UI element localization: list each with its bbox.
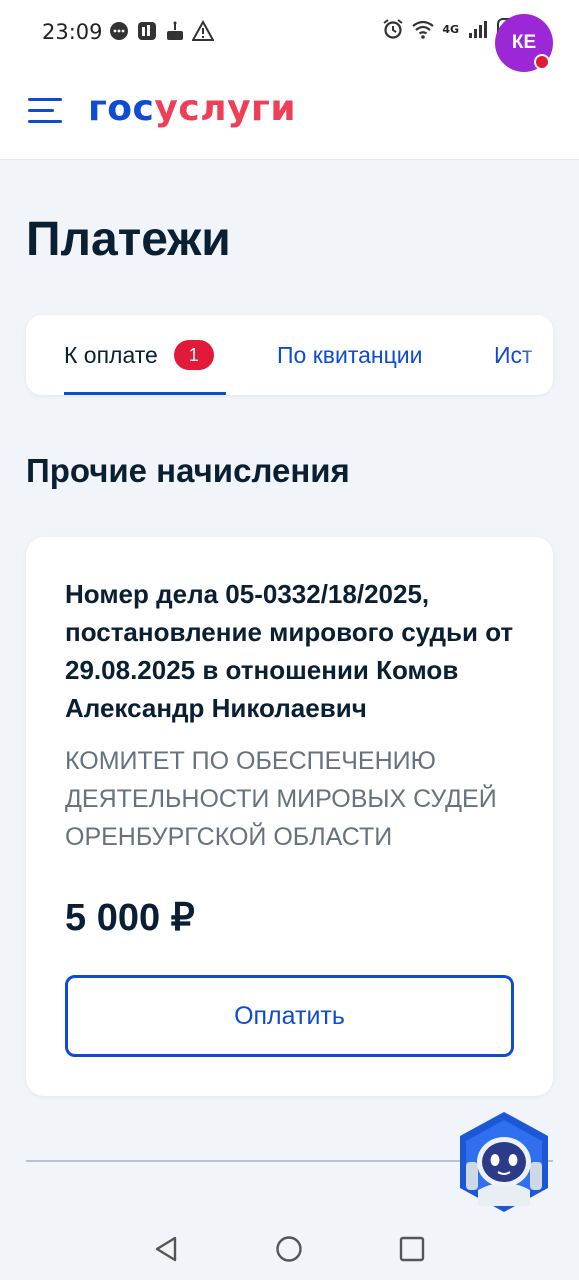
tab-to-pay-label: К оплате <box>64 341 158 368</box>
app-header: госуслуги <box>0 66 579 160</box>
signal-icon <box>469 21 487 38</box>
gosuslugi-logo[interactable]: госуслуги <box>88 88 296 129</box>
section-title: Прочие начисления <box>26 452 350 489</box>
wifi-icon <box>412 20 434 39</box>
cake-icon <box>167 21 183 40</box>
pay-button[interactable]: Оплатить <box>65 975 514 1057</box>
charge-description: Номер дела 05-0332/18/2025, постановлени… <box>65 579 514 723</box>
status-left-icons <box>108 20 214 42</box>
active-tab-indicator <box>64 392 226 395</box>
notification-dot <box>534 54 550 70</box>
page-title: Платежи <box>26 213 231 266</box>
warning-icon <box>192 20 214 41</box>
network-type: 4G <box>442 22 459 36</box>
tab-to-pay[interactable]: К оплате 1 <box>64 315 214 395</box>
back-icon[interactable] <box>151 1234 181 1264</box>
menu-icon[interactable] <box>28 96 62 124</box>
charge-amount: 5 000 ₽ <box>65 897 195 939</box>
logo-part-gos: гос <box>88 88 155 129</box>
tab-by-receipt[interactable]: По квитанции <box>277 315 422 395</box>
charge-card[interactable]: Номер дела 05-0332/18/2025, постановлени… <box>26 537 553 1096</box>
tabs-fade <box>523 315 553 395</box>
status-time: 23:09 <box>42 20 103 44</box>
status-bar: 23:09 4G 21 <box>0 0 579 66</box>
recents-icon[interactable] <box>397 1234 427 1264</box>
charge-organization: КОМИТЕТ ПО ОБЕСПЕЧЕНИЮ ДЕЯТЕЛЬНОСТИ МИРО… <box>65 747 497 851</box>
app-icon <box>138 22 156 40</box>
payment-tabs: К оплате 1 По квитанции Ист <box>26 315 553 395</box>
tab-to-pay-badge: 1 <box>173 340 214 370</box>
logo-part-uslugi: услуги <box>154 88 297 129</box>
system-nav-bar <box>0 1218 579 1280</box>
home-icon[interactable] <box>274 1234 304 1264</box>
tab-by-receipt-label: По квитанции <box>277 341 423 368</box>
robot-assistant-icon[interactable] <box>456 1110 552 1214</box>
alarm-icon <box>383 19 403 39</box>
message-icon <box>110 22 128 40</box>
